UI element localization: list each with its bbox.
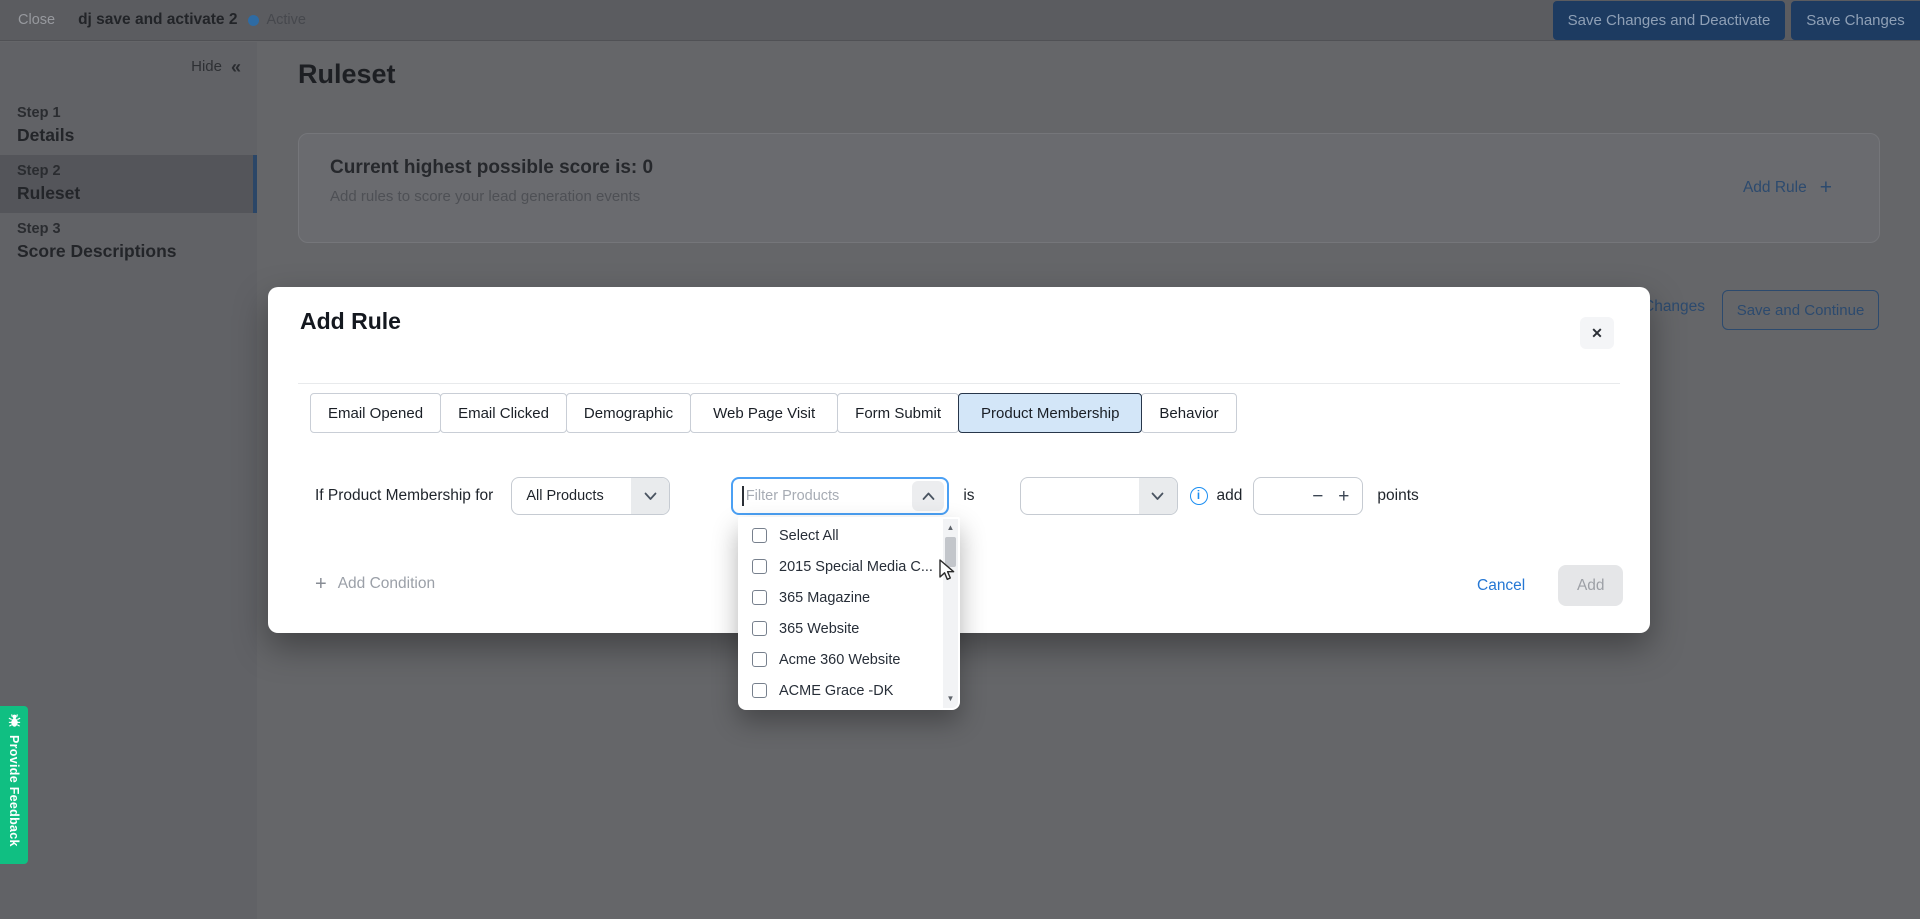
step-name: Score Descriptions [17, 241, 257, 262]
text-caret [742, 486, 744, 506]
close-icon[interactable]: ✕ [1580, 317, 1614, 349]
dropdown-option-label: Acme 360 Website [779, 652, 900, 668]
save-and-continue-button[interactable]: Save and Continue [1722, 290, 1879, 330]
condition-prefix-label: If Product Membership for [315, 487, 493, 505]
checkbox[interactable] [752, 590, 767, 605]
cancel-button[interactable]: Cancel [1477, 577, 1525, 595]
add-condition-button[interactable]: + Add Condition [315, 574, 435, 594]
topbar-actions: Save Changes and Deactivate Save Changes [1553, 0, 1920, 40]
checkbox[interactable] [752, 683, 767, 698]
hide-label: Hide [191, 58, 222, 75]
add-rule-label: Add Rule [1743, 179, 1807, 197]
tab-form-submit[interactable]: Form Submit [837, 393, 959, 433]
save-changes-deactivate-button[interactable]: Save Changes and Deactivate [1553, 1, 1785, 40]
close-link[interactable]: Close [18, 12, 55, 28]
dropdown-option-label: 365 Magazine [779, 590, 870, 606]
plus-icon: + [315, 574, 327, 594]
product-scope-select[interactable]: All Products [511, 477, 670, 515]
dropdown-option[interactable]: 2015 Special Media C... [738, 551, 960, 582]
membership-operator-select[interactable] [1020, 477, 1178, 515]
dropdown-option-label: ACME Grace -DK [779, 683, 893, 699]
steps-sidebar: Hide « Step 1 Details Step 2 Ruleset Ste… [0, 42, 257, 919]
checkbox[interactable] [752, 559, 767, 574]
provide-feedback-tab[interactable]: Provide Feedback [0, 706, 28, 864]
tab-demographic[interactable]: Demographic [566, 393, 691, 433]
points-label: points [1377, 487, 1418, 505]
step-number: Step 3 [17, 221, 257, 237]
dropdown-option[interactable]: ACME Grace -DK [738, 675, 960, 706]
products-dropdown-list: Select All 2015 Special Media C... 365 M… [738, 517, 960, 710]
add-rule-button[interactable]: Add Rule + [1743, 176, 1832, 200]
dropdown-option[interactable]: Acme 360 Website [738, 644, 960, 675]
status-dot [248, 15, 259, 26]
score-card-subtitle: Add rules to score your lead generation … [330, 188, 653, 205]
dropdown-option-select-all[interactable]: Select All [738, 520, 960, 551]
scrollbar[interactable]: ▲ ▼ [943, 519, 958, 708]
step-number: Step 2 [17, 163, 257, 179]
points-stepper[interactable]: − + [1253, 477, 1363, 515]
dropdown-option-label: 365 Website [779, 621, 859, 637]
step-name: Details [17, 125, 257, 146]
divider [298, 383, 1620, 384]
dropdown-option-label: 2015 Special Media C... [779, 559, 933, 575]
sidebar-item-step3-score-descriptions[interactable]: Step 3 Score Descriptions [0, 213, 257, 271]
status-label: Active [266, 12, 306, 28]
is-label: is [963, 487, 974, 505]
score-card-title: Current highest possible score is: 0 [330, 157, 653, 179]
filter-products-placeholder: Filter Products [746, 488, 913, 504]
mouse-cursor [936, 558, 958, 587]
dropdown-option-label: Select All [779, 528, 839, 544]
minus-icon[interactable]: − [1312, 487, 1323, 506]
checkbox[interactable] [752, 621, 767, 636]
checkbox[interactable] [752, 528, 767, 543]
chevron-up-icon[interactable] [912, 481, 944, 511]
discard-changes-link-partial[interactable]: Changes [1643, 298, 1705, 316]
document-title: dj save and activate 2 [78, 11, 237, 29]
modal-footer: Cancel Add [1477, 565, 1623, 606]
chevron-down-icon [1139, 478, 1177, 514]
step-name: Ruleset [17, 183, 257, 204]
tab-behavior[interactable]: Behavior [1141, 393, 1236, 433]
filter-products-input[interactable]: Filter Products [731, 477, 949, 515]
rule-condition-row: If Product Membership for All Products F… [315, 477, 1419, 515]
top-bar: Close dj save and activate 2 Active Save… [0, 0, 1920, 41]
add-points-label: add [1217, 487, 1243, 505]
modal-title: Add Rule [300, 308, 401, 335]
tab-product-membership[interactable]: Product Membership [958, 393, 1142, 433]
product-scope-value: All Products [512, 488, 631, 504]
save-changes-button[interactable]: Save Changes [1791, 1, 1920, 40]
score-summary-card: Current highest possible score is: 0 Add… [298, 133, 1880, 243]
tab-email-opened[interactable]: Email Opened [310, 393, 441, 433]
plus-icon: + [1820, 176, 1832, 200]
chevron-down-icon [631, 478, 669, 514]
add-button[interactable]: Add [1558, 565, 1623, 606]
plus-icon[interactable]: + [1338, 487, 1349, 506]
dropdown-option[interactable]: 365 Website [738, 613, 960, 644]
bug-icon [7, 713, 22, 728]
scroll-up-icon[interactable]: ▲ [947, 523, 955, 533]
dropdown-option[interactable]: 365 Magazine [738, 582, 960, 613]
tab-web-page-visit[interactable]: Web Page Visit [690, 393, 838, 433]
scroll-down-icon[interactable]: ▼ [947, 694, 955, 704]
add-condition-label: Add Condition [338, 575, 435, 593]
tab-email-clicked[interactable]: Email Clicked [440, 393, 567, 433]
sidebar-item-step2-ruleset[interactable]: Step 2 Ruleset [0, 155, 257, 213]
info-icon[interactable]: i [1190, 487, 1208, 505]
step-number: Step 1 [17, 105, 257, 121]
page-title: Ruleset [298, 59, 396, 90]
checkbox[interactable] [752, 652, 767, 667]
score-card-text: Current highest possible score is: 0 Add… [330, 157, 653, 205]
sidebar-item-step1-details[interactable]: Step 1 Details [0, 97, 257, 155]
steps-list: Step 1 Details Step 2 Ruleset Step 3 Sco… [0, 97, 257, 271]
rule-type-tabs: Email Opened Email Clicked Demographic W… [310, 393, 1237, 433]
hide-sidebar-control[interactable]: Hide « [0, 42, 257, 75]
collapse-icon: « [231, 60, 241, 74]
provide-feedback-label: Provide Feedback [7, 735, 21, 847]
